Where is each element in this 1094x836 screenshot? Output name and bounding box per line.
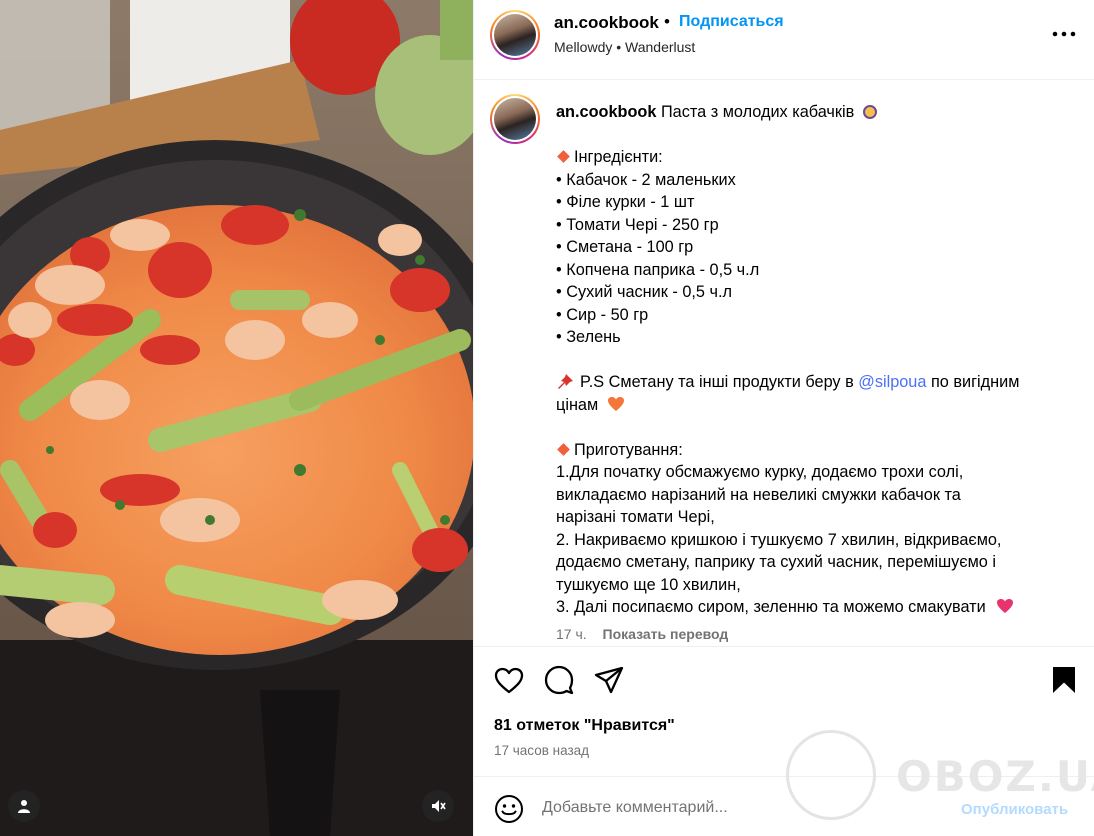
ingredients-header: Інгредієнти:: [574, 148, 663, 166]
ingredient-item: • Кабачок - 2 маленьких: [556, 170, 736, 189]
pushpin-icon: [558, 374, 573, 389]
publish-button[interactable]: Опубликовать: [961, 801, 1068, 818]
ingredient-item: • Сухий часник - 0,5 ч.л: [556, 283, 732, 301]
ingredient-item: • Копчена паприка - 0,5 ч.л: [556, 260, 760, 279]
emoji-icon[interactable]: [494, 794, 524, 824]
ps-line2: цінам: [556, 395, 599, 414]
pink-heart-icon: [997, 599, 1014, 613]
separator-dot: •: [664, 12, 670, 31]
caption-avatar[interactable]: [490, 94, 540, 144]
audio-track[interactable]: Mellowdy • Wanderlust: [554, 39, 695, 55]
caption-username[interactable]: an.cookbook: [556, 103, 656, 121]
diamond-bullet-icon: [557, 442, 570, 456]
post-panel: an.cookbook • Подписаться Mellowdy • Wan…: [473, 0, 1094, 836]
ingredient-item: • Сир - 50 гр: [556, 305, 649, 324]
pan-emoji-icon: [862, 105, 877, 119]
post-time: 17 часов назад: [494, 743, 590, 758]
method-line: нарізані томати Чері,: [556, 508, 715, 526]
user-tag-icon: [18, 800, 30, 813]
heart-icon[interactable]: [493, 664, 525, 696]
comment-bar: Опубликовать: [474, 776, 1094, 836]
mute-icon: [432, 800, 446, 812]
bookmark-icon[interactable]: [1048, 664, 1080, 696]
mention-link[interactable]: @silpoua: [858, 373, 926, 391]
caption-time: 17 ч.: [556, 626, 587, 642]
share-icon[interactable]: [593, 664, 625, 696]
method-line: 3. Далі посипаємо сиром, зеленню та може…: [556, 598, 986, 616]
likes-count[interactable]: 81 отметок "Нравится": [494, 717, 675, 735]
author-avatar[interactable]: [490, 10, 540, 60]
method-line: 1.Для початку обсмажуємо курку, додаємо …: [556, 463, 964, 481]
method-line: тушкуємо ще 10 хвилин,: [556, 575, 741, 594]
method-line: 2. Накриваємо кришкою і тушкуємо 7 хвили…: [556, 530, 1002, 549]
ingredient-item: • Зелень: [556, 328, 621, 346]
ps-text: P.S Сметану та інші продукти беру в: [580, 373, 854, 391]
action-bar: 81 отметок "Нравится" 17 часов назад: [474, 646, 1094, 776]
comment-input[interactable]: [542, 795, 952, 821]
caption-title: Паста з молодих кабачків: [660, 103, 855, 121]
ps-suffix: по вигідним: [930, 373, 1020, 391]
caption-meta: 17 ч. Показать перевод: [556, 626, 728, 642]
more-icon[interactable]: [1051, 24, 1077, 44]
diamond-bullet-icon: [557, 150, 570, 163]
user-tag-button[interactable]: [8, 790, 40, 822]
post-media[interactable]: [0, 0, 473, 836]
mute-button[interactable]: [422, 790, 454, 822]
comment-icon[interactable]: [543, 664, 575, 696]
post-caption: an.cookbook Паста з молодих кабачків Інг…: [474, 81, 1094, 646]
food-video-frame: [0, 0, 473, 836]
translate-button[interactable]: Показать перевод: [603, 626, 729, 642]
method-line: додаємо сметану, паприку та сухий часник…: [556, 553, 996, 571]
follow-button[interactable]: Подписаться: [679, 13, 784, 31]
author-username[interactable]: an.cookbook: [554, 13, 659, 33]
method-line: викладаємо нарізаний на невеликі смужки …: [556, 485, 961, 504]
caption-text: an.cookbook Паста з молодих кабачків Інг…: [556, 101, 1076, 619]
ingredient-item: • Томати Чері - 250 гр: [556, 215, 719, 234]
ingredient-item: • Сметана - 100 гр: [556, 238, 694, 256]
orange-heart-icon: [607, 396, 624, 411]
ingredient-item: • Філе курки - 1 шт: [556, 193, 695, 211]
method-header: Приготування:: [574, 440, 683, 459]
post-header: an.cookbook • Подписаться Mellowdy • Wan…: [474, 0, 1094, 80]
